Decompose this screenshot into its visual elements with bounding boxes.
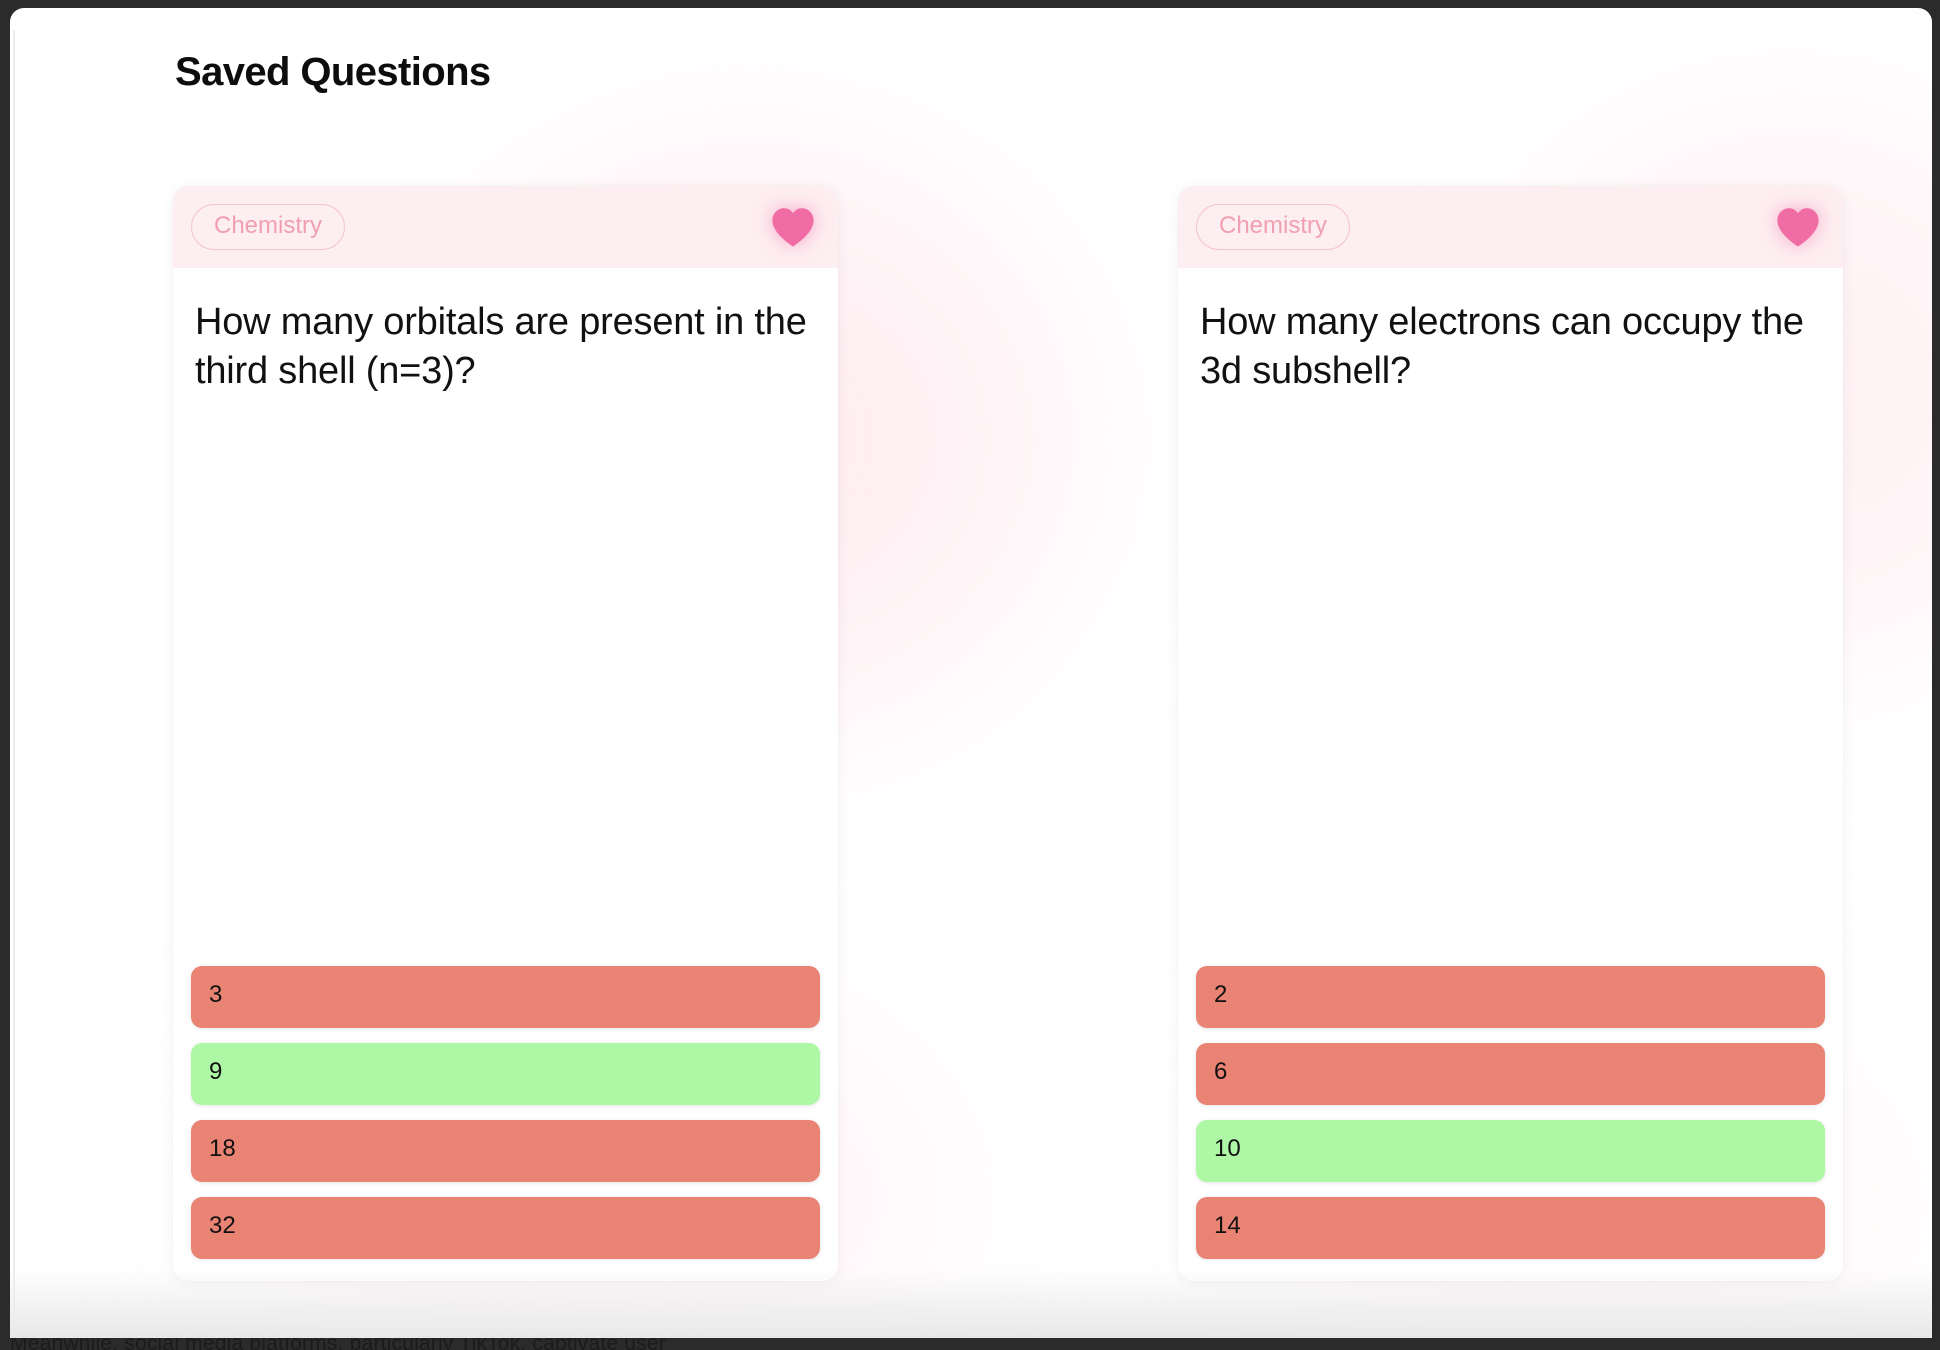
panel-bottom-fade [10, 1268, 1932, 1338]
saved-questions-grid: Chemistry How many orbitals are present i… [173, 186, 1843, 1281]
question-text: How many orbitals are present in the thi… [195, 301, 807, 392]
answer-option-label: 6 [1214, 1058, 1228, 1085]
answer-option[interactable]: 32 [191, 1197, 820, 1259]
panel-left-divider [13, 30, 15, 1330]
answer-option-label: 32 [209, 1212, 236, 1239]
subject-badge[interactable]: Chemistry [1196, 204, 1351, 250]
answer-option[interactable]: 2 [1196, 966, 1825, 1028]
question-card[interactable]: Chemistry How many orbitals are present i… [173, 186, 838, 1281]
subject-badge[interactable]: Chemistry [191, 204, 346, 250]
answer-option[interactable]: 9 [191, 1043, 820, 1105]
browser-window-frame: Meanwhile, social media platforms, parti… [0, 0, 1940, 1350]
answer-option[interactable]: 3 [191, 966, 820, 1028]
saved-questions-panel: Saved Questions Chemistry How many orbita… [10, 8, 1932, 1338]
answer-options-list: 3 9 18 32 [191, 966, 820, 1259]
question-text: How many electrons can occupy the 3d sub… [1200, 301, 1804, 392]
answer-option-label: 2 [1214, 981, 1228, 1008]
answer-option-label: 14 [1214, 1212, 1241, 1239]
answer-option[interactable]: 6 [1196, 1043, 1825, 1105]
answer-options-list: 2 6 10 14 [1196, 966, 1825, 1259]
heart-icon[interactable] [1775, 205, 1821, 249]
answer-option[interactable]: 10 [1196, 1120, 1825, 1182]
card-body: How many orbitals are present in the thi… [173, 268, 838, 1281]
answer-option[interactable]: 18 [191, 1120, 820, 1182]
answer-option-label: 3 [209, 981, 223, 1008]
question-card[interactable]: Chemistry How many electrons can occupy t… [1178, 186, 1843, 1281]
heart-icon[interactable] [770, 205, 816, 249]
answer-option-label: 9 [209, 1058, 223, 1085]
card-body: How many electrons can occupy the 3d sub… [1178, 268, 1843, 1281]
answer-option[interactable]: 14 [1196, 1197, 1825, 1259]
answer-option-label: 18 [209, 1135, 236, 1162]
page-title: Saved Questions [175, 50, 491, 94]
card-header: Chemistry [173, 186, 838, 268]
answer-option-label: 10 [1214, 1135, 1241, 1162]
card-header: Chemistry [1178, 186, 1843, 268]
